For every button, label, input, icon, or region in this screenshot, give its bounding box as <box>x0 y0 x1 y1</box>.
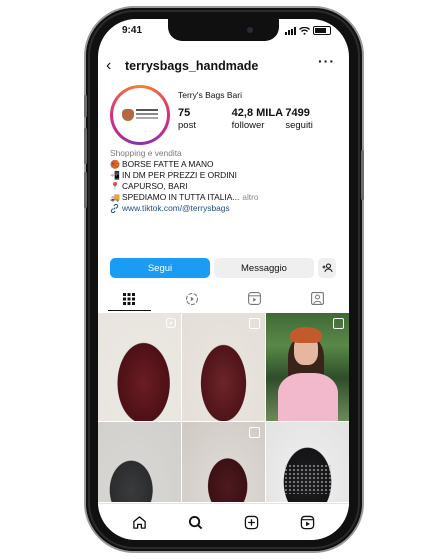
signal-icon <box>285 26 296 35</box>
stat-posts-label: post <box>178 120 196 131</box>
bio-line-text: SPEDIAMO IN TUTTA ITALIA... <box>122 192 240 202</box>
profile-tabs <box>98 286 349 311</box>
stat-following[interactable]: 7499 seguiti <box>285 107 339 131</box>
bio-line: 📍 CAPURSO, BARI <box>110 181 341 192</box>
status-icons <box>285 26 331 35</box>
tab-grid[interactable] <box>98 286 161 311</box>
phone-volume-down <box>84 172 87 208</box>
reels-icon <box>186 292 199 305</box>
stat-following-label: seguiti <box>285 120 313 131</box>
display-name: Terry's Bags Bari <box>178 90 242 100</box>
carousel-icon <box>333 318 344 329</box>
tagged-icon <box>311 292 325 305</box>
bio-category: Shopping e vendita <box>110 148 182 158</box>
nav-reels[interactable] <box>296 512 318 534</box>
bio-link-row[interactable]: www.tiktok.com/@terrysbags <box>110 203 341 214</box>
phone-volume-up <box>84 128 87 164</box>
pin-emoji-icon: 📍 <box>110 182 120 191</box>
add-user-button[interactable] <box>318 258 336 278</box>
bio-line: 📲 IN DM PER PREZZI E ORDINI <box>110 170 341 181</box>
post-thumbnail[interactable] <box>266 422 349 502</box>
avatar[interactable] <box>110 85 170 145</box>
reels-nav-icon <box>300 515 314 530</box>
video-icon <box>248 292 262 305</box>
bio-line-text: IN DM PER PREZZI E ORDINI <box>122 170 237 180</box>
bio-more-link[interactable]: altro <box>242 192 258 203</box>
back-icon[interactable]: ‹ <box>106 57 111 75</box>
post-thumbnail[interactable] <box>98 313 181 421</box>
nav-home[interactable] <box>129 512 151 534</box>
bottom-nav <box>98 503 349 540</box>
follow-button[interactable]: Segui <box>110 258 210 278</box>
wifi-icon <box>299 26 310 35</box>
stat-following-value: 7499 <box>285 107 310 119</box>
link-icon <box>110 204 119 213</box>
stat-posts[interactable]: 75 post <box>178 107 232 131</box>
truck-emoji-icon: 🚚 <box>110 193 120 202</box>
search-icon <box>189 515 203 530</box>
post-thumbnail[interactable] <box>182 422 265 502</box>
bio-line-text: BORSE FATTE A MANO <box>122 159 214 169</box>
tab-videos[interactable] <box>224 286 287 311</box>
bio-line: 🚚 SPEDIAMO IN TUTTA ITALIA... altro <box>110 192 341 203</box>
tab-tagged[interactable] <box>286 286 349 311</box>
profile-stats: 75 post 42,8 MILA follower 7499 seguiti <box>178 107 339 131</box>
profile-username: terrysbags_handmade <box>125 59 259 73</box>
status-bar: 9:41 <box>98 25 349 39</box>
reel-badge-icon <box>166 318 176 328</box>
nav-search[interactable] <box>185 512 207 534</box>
grid-icon <box>123 292 136 305</box>
phone-emoji-icon: 📲 <box>110 171 120 180</box>
stat-followers[interactable]: 42,8 MILA follower <box>232 107 286 131</box>
profile-header: ‹ terrysbags_handmade ··· <box>98 53 349 77</box>
nav-create[interactable] <box>240 512 262 534</box>
screen: 9:41 ‹ terrysbags_handmade ··· Terry's B… <box>98 19 349 540</box>
stat-followers-value: 42,8 MILA <box>231 107 284 119</box>
stat-followers-label: follower <box>231 120 265 131</box>
bio-link[interactable]: www.tiktok.com/@terrysbags <box>122 203 230 214</box>
phone-power-button <box>361 150 364 200</box>
bio-line-text: CAPURSO, BARI <box>122 181 188 191</box>
tab-reels[interactable] <box>161 286 224 311</box>
posts-grid <box>98 313 349 503</box>
basketball-emoji-icon: 🏀 <box>110 160 120 169</box>
profile-bio: Shopping e vendita 🏀 BORSE FATTE A MANO 📲… <box>110 148 341 214</box>
post-thumbnail[interactable] <box>266 313 349 421</box>
bio-line: 🏀 BORSE FATTE A MANO <box>110 159 341 170</box>
profile-actions: Segui Messaggio <box>110 258 341 278</box>
more-options-icon[interactable]: ··· <box>318 53 335 69</box>
home-icon <box>133 516 147 529</box>
status-time: 9:41 <box>122 25 143 36</box>
stat-posts-value: 75 <box>178 107 191 119</box>
post-thumbnail[interactable] <box>182 313 265 421</box>
message-button[interactable]: Messaggio <box>214 258 314 278</box>
carousel-icon <box>249 427 260 438</box>
create-icon <box>244 515 259 530</box>
post-thumbnail[interactable] <box>98 422 181 502</box>
add-user-icon <box>322 263 332 273</box>
battery-icon <box>313 26 331 35</box>
carousel-icon <box>249 318 260 329</box>
brand-logo <box>120 103 160 127</box>
avatar-inner <box>113 88 167 142</box>
phone-side-button <box>84 95 87 117</box>
